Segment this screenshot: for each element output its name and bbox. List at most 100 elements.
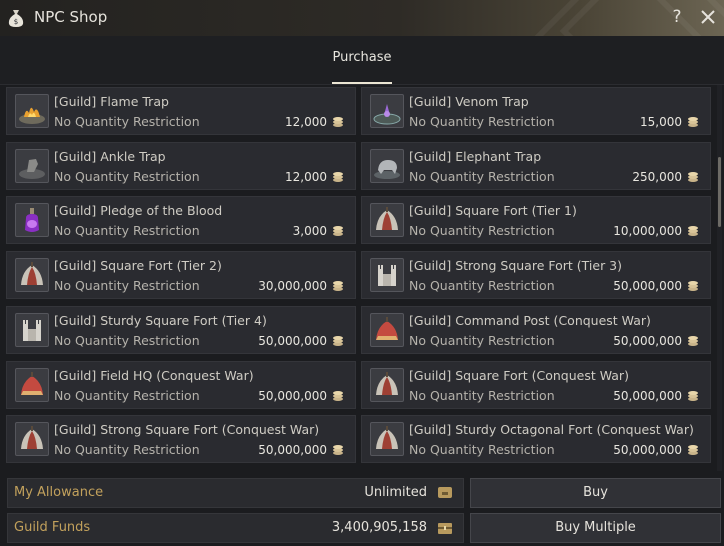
shop-item[interactable]: [Guild] Sturdy Octagonal Fort (Conquest … [361, 415, 711, 464]
item-name: [Guild] Square Fort (Tier 1) [409, 203, 577, 219]
close-icon[interactable] [697, 6, 719, 28]
item-restriction: No Quantity Restriction [409, 223, 555, 239]
item-restriction: No Quantity Restriction [54, 332, 200, 348]
item-name: [Guild] Venom Trap [409, 94, 529, 109]
silver-coin-icon [333, 445, 343, 456]
shop-item[interactable]: [Guild] Flame Trap No Quantity Restrictio… [6, 87, 356, 135]
buy-button[interactable]: Buy [470, 478, 721, 508]
silver-coin-icon [688, 226, 698, 237]
item-restriction: No Quantity Restriction [409, 387, 555, 403]
tent-icon [376, 426, 398, 450]
treasure-chest-icon [438, 523, 452, 534]
red-tent-icon [21, 371, 43, 395]
potion-icon [25, 208, 39, 233]
window-title: NPC Shop [34, 8, 108, 26]
item-restriction: No Quantity Restriction [409, 442, 555, 458]
guild-funds-label: Guild Funds [14, 520, 91, 535]
item-thumbnail [370, 367, 404, 402]
item-thumbnail [15, 422, 49, 457]
tab-purchase[interactable]: Purchase [330, 50, 394, 84]
item-price: 50,000,000 [613, 443, 682, 458]
shop-item[interactable]: [Guild] Pledge of the Blood No Quantity R… [6, 196, 356, 245]
scrollbar-thumb[interactable] [718, 157, 721, 227]
guild-funds-value: 3,400,905,158 [331, 520, 427, 535]
shop-item[interactable]: [Guild] Field HQ (Conquest War) No Quanti… [6, 360, 356, 409]
shop-item[interactable]: [Guild] Square Fort (Tier 2) No Quantity … [6, 251, 356, 300]
silver-coin-icon [333, 226, 343, 237]
item-name: [Guild] Sturdy Square Fort (Tier 4) [54, 312, 267, 328]
silver-coin-icon [688, 171, 698, 182]
item-name: [Guild] Elephant Trap [409, 148, 542, 164]
shop-item[interactable]: [Guild] Elephant Trap No Quantity Restric… [361, 141, 711, 190]
money-bag-icon: $ [8, 10, 24, 27]
item-thumbnail [370, 312, 404, 347]
item-thumbnail [370, 422, 404, 457]
ankle-trap-icon [19, 158, 45, 179]
item-price: 12,000 [285, 169, 327, 184]
item-price: 15,000 [640, 115, 682, 129]
scrollbar[interactable] [717, 85, 722, 471]
item-thumbnail [15, 203, 49, 238]
silver-coin-icon [688, 390, 698, 401]
item-name: [Guild] Strong Square Fort (Tier 3) [409, 258, 623, 274]
item-restriction: No Quantity Restriction [409, 114, 555, 129]
item-name: [Guild] Square Fort (Conquest War) [409, 367, 629, 383]
item-thumbnail [15, 258, 49, 293]
tent-icon [21, 426, 43, 450]
item-restriction: No Quantity Restriction [409, 332, 555, 348]
fort-icon [23, 319, 41, 341]
item-thumbnail [370, 94, 404, 128]
item-name: [Guild] Flame Trap [54, 94, 169, 109]
silver-coin-icon [688, 117, 698, 127]
silver-coin-icon [333, 281, 343, 292]
silver-coin-icon [688, 335, 698, 346]
shop-item[interactable]: [Guild] Strong Square Fort (Tier 3) No Qu… [361, 251, 711, 300]
venom-trap-icon [373, 104, 401, 125]
shop-item[interactable]: [Guild] Venom Trap No Quantity Restrictio… [361, 87, 711, 135]
item-price: 30,000,000 [258, 279, 327, 294]
item-restriction: No Quantity Restriction [409, 278, 555, 294]
item-thumbnail [370, 203, 404, 238]
item-list[interactable]: [Guild] Flame Trap No Quantity Restrictio… [0, 85, 716, 471]
item-price: 50,000,000 [613, 388, 682, 403]
item-price: 50,000,000 [258, 388, 327, 403]
tab-active-indicator [332, 82, 392, 84]
silver-coin-icon [333, 335, 343, 346]
item-restriction: No Quantity Restriction [409, 168, 555, 184]
svg-text:$: $ [14, 18, 18, 26]
shop-item[interactable]: [Guild] Command Post (Conquest War) No Qu… [361, 305, 711, 354]
item-price: 50,000,000 [613, 279, 682, 294]
item-thumbnail [370, 148, 404, 183]
item-price: 10,000,000 [613, 224, 682, 239]
item-name: [Guild] Strong Square Fort (Conquest War… [54, 422, 320, 438]
help-button[interactable]: ? [666, 6, 688, 28]
shop-item[interactable]: [Guild] Square Fort (Tier 1) No Quantity … [361, 196, 711, 245]
silver-coin-icon [688, 445, 698, 456]
silver-coin-icon [688, 281, 698, 292]
elephant-trap-icon [374, 159, 400, 179]
allowance-label: My Allowance [14, 485, 104, 500]
shop-item[interactable]: [Guild] Sturdy Square Fort (Tier 4) No Qu… [6, 305, 356, 354]
buy-multiple-button[interactable]: Buy Multiple [470, 513, 721, 543]
shop-item[interactable]: [Guild] Strong Square Fort (Conquest War… [6, 415, 356, 464]
item-name: [Guild] Pledge of the Blood [54, 203, 223, 219]
item-thumbnail [15, 312, 49, 347]
shop-item[interactable]: [Guild] Ankle Trap No Quantity Restrictio… [6, 141, 356, 190]
silver-coin-icon [333, 171, 343, 182]
item-price: 50,000,000 [613, 333, 682, 348]
item-price: 12,000 [285, 115, 327, 129]
tent-icon [376, 207, 398, 231]
shop-item[interactable]: [Guild] Square Fort (Conquest War) No Qua… [361, 360, 711, 409]
item-name: [Guild] Sturdy Octagonal Fort (Conquest … [409, 422, 694, 438]
silver-coin-icon [333, 117, 343, 127]
item-restriction: No Quantity Restriction [54, 168, 200, 184]
item-restriction: No Quantity Restriction [54, 442, 200, 458]
item-name: [Guild] Square Fort (Tier 2) [54, 258, 222, 274]
item-restriction: No Quantity Restriction [54, 114, 200, 129]
fort-icon [378, 265, 396, 287]
silver-coin-icon [333, 390, 343, 401]
tab-bar: Purchase [0, 36, 724, 85]
item-price: 250,000 [632, 169, 682, 184]
tent-icon [376, 371, 398, 395]
allowance-field: My Allowance Unlimited [7, 478, 464, 508]
